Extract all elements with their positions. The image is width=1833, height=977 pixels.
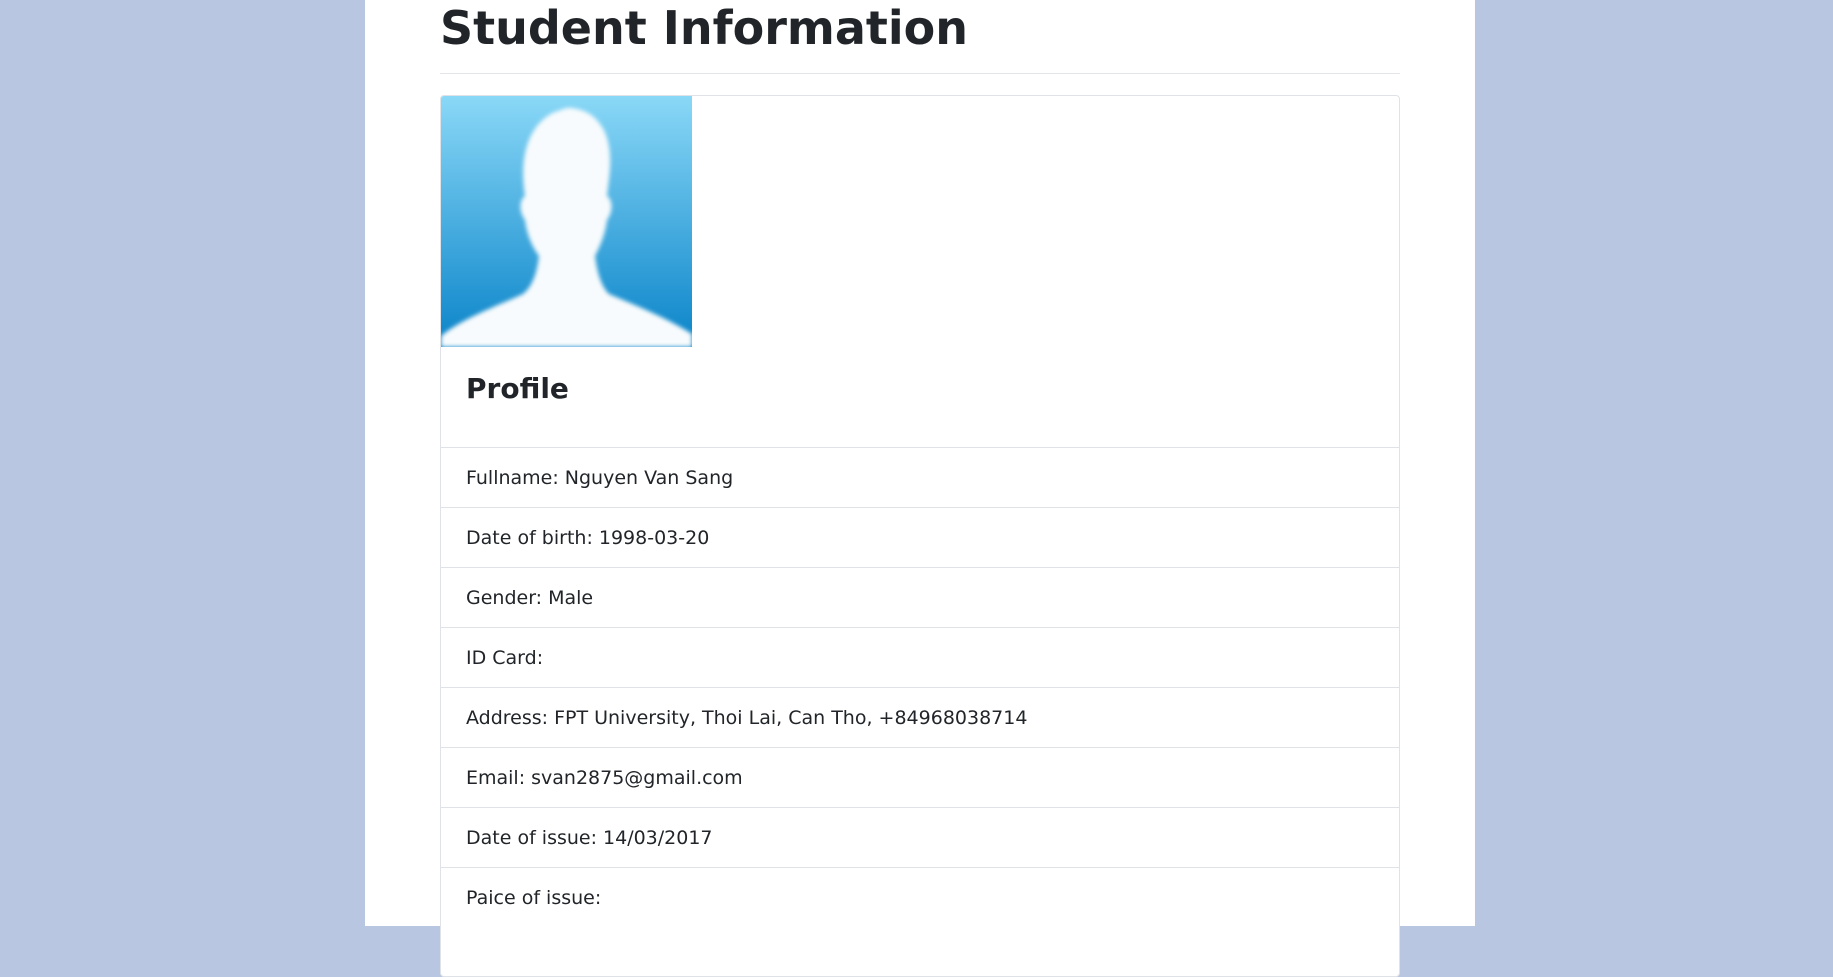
list-item-date-of-birth: Date of birth: 1998-03-20: [441, 507, 1399, 567]
card-title: Profile: [466, 372, 569, 405]
list-item-id-card: ID Card:: [441, 627, 1399, 687]
profile-info-list: Fullname: Nguyen Van Sang Date of birth:…: [441, 447, 1399, 927]
item-value: Male: [548, 586, 594, 609]
person-silhouette-icon: [441, 96, 692, 347]
list-item-gender: Gender: Male: [441, 567, 1399, 627]
item-label: Gender:: [466, 586, 543, 609]
list-item-fullname: Fullname: Nguyen Van Sang: [441, 447, 1399, 507]
item-value: Nguyen Van Sang: [564, 466, 734, 489]
list-item-email: Email: svan2875@gmail.com: [441, 747, 1399, 807]
item-value: 1998-03-20: [598, 526, 710, 549]
page-title: Student Information: [440, 1, 968, 55]
item-label: Address:: [466, 706, 549, 729]
item-label: Email:: [466, 766, 526, 789]
list-item-address: Address: FPT University, Thoi Lai, Can T…: [441, 687, 1399, 747]
item-label: Paice of issue:: [466, 886, 602, 909]
list-item-date-of-issue: Date of issue: 14/03/2017: [441, 807, 1399, 867]
list-item-place-of-issue: Paice of issue:: [441, 867, 1399, 927]
item-label: Date of birth:: [466, 526, 593, 549]
item-label: Date of issue:: [466, 826, 598, 849]
item-label: Fullname:: [466, 466, 559, 489]
main-container: Student Information Profile Fullname: Ng…: [365, 0, 1475, 977]
title-divider: [440, 73, 1400, 74]
profile-card: Profile Fullname: Nguyen Van Sang Date o…: [440, 95, 1400, 977]
item-value: svan2875@gmail.com: [531, 766, 743, 789]
content-area: Student Information Profile Fullname: Ng…: [440, 0, 1400, 977]
item-value: 14/03/2017: [603, 826, 713, 849]
item-value: FPT University, Thoi Lai, Can Tho, +8496…: [554, 706, 1028, 729]
item-label: ID Card:: [466, 646, 544, 669]
